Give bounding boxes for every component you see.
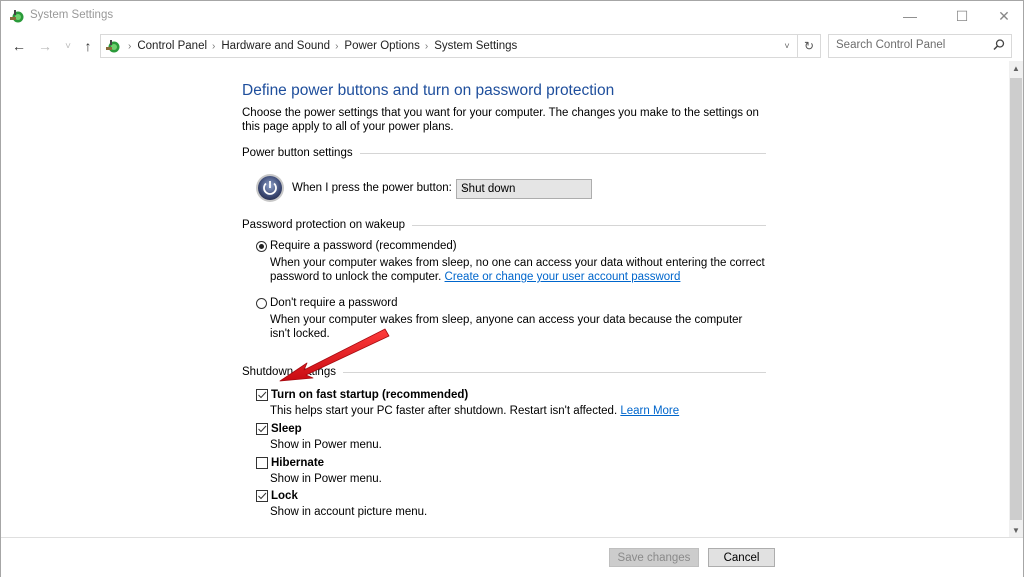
window-title: System Settings [30, 9, 114, 21]
section-heading-text: Password protection on wakeup [242, 219, 406, 231]
checkbox-checked[interactable] [256, 389, 268, 401]
chevron-up-icon: ▲ [1012, 63, 1020, 73]
scroll-up-button[interactable]: ▲ [1009, 61, 1023, 75]
forward-button[interactable]: → [36, 36, 54, 56]
fast-startup-description: This helps start your PC faster after sh… [270, 405, 680, 417]
checkbox-unchecked[interactable] [256, 457, 268, 469]
address-bar-row: ← → ˅ ↑ › Control Panel › Hardware and S… [1, 34, 1023, 58]
require-password-description: When your computer wakes from sleep, no … [270, 257, 765, 283]
power-button-action-select[interactable]: Shut down ⌄ [456, 179, 592, 199]
checkbox-label: Hibernate [271, 457, 325, 469]
change-password-link[interactable]: Create or change your user account passw… [445, 271, 681, 283]
breadcrumb-separator: › [212, 40, 216, 52]
breadcrumb-separator: › [424, 40, 429, 52]
scrollbar-thumb[interactable] [1010, 78, 1022, 520]
close-icon: ✕ [998, 7, 1010, 24]
save-changes-button[interactable]: Save changes [609, 548, 699, 567]
checkbox-label: Lock [271, 490, 298, 502]
refresh-icon: ↻ [803, 39, 815, 53]
vertical-scrollbar[interactable]: ▲ ▼ [1009, 61, 1023, 537]
forward-arrow-icon: → [38, 38, 52, 54]
address-box[interactable]: › Control Panel › Hardware and Sound › P… [100, 34, 821, 58]
search-icon[interactable] [992, 38, 1006, 52]
password-protection-heading: Password protection on wakeup [242, 219, 766, 231]
control-panel-icon [106, 40, 120, 53]
refresh-button[interactable]: ↻ [797, 35, 820, 57]
page-title: Define power buttons and turn on passwor… [242, 82, 615, 99]
lock-description: Show in account picture menu. [270, 506, 428, 518]
power-options-app-icon [10, 10, 24, 23]
breadcrumb-separator: › [128, 40, 132, 52]
search-box[interactable] [828, 34, 1012, 58]
checkbox-fast-startup[interactable]: Turn on fast startup (recommended) [256, 389, 468, 401]
address-history-button[interactable]: ˅ [778, 35, 796, 57]
radio-label: Don't require a password [270, 297, 398, 309]
search-input[interactable] [829, 35, 986, 55]
checkbox-label: Sleep [271, 423, 302, 435]
maximize-icon: ☐ [955, 7, 969, 24]
power-button-icon [256, 174, 284, 202]
chevron-down-icon: ⌄ [461, 182, 470, 193]
page-intro: Choose the power settings that you want … [242, 107, 759, 133]
footer-bar: Save changes Cancel [1, 537, 1023, 577]
close-button[interactable]: ✕ [981, 1, 1024, 31]
up-button[interactable]: ↑ [79, 36, 97, 56]
chevron-down-icon: ˅ [65, 40, 71, 52]
title-bar: System Settings — ☐ ✕ [1, 1, 1023, 31]
recent-locations-button[interactable]: ˅ [59, 36, 77, 56]
divider [342, 371, 766, 373]
breadcrumb-power-options[interactable]: Power Options [344, 40, 419, 52]
divider [412, 224, 766, 226]
radio-button[interactable] [256, 297, 267, 309]
minimize-icon: — [903, 8, 917, 24]
chevron-down-icon: ▼ [1012, 525, 1020, 535]
section-heading-text: Power button settings [242, 147, 353, 159]
breadcrumb-system-settings[interactable]: System Settings [434, 40, 517, 52]
radio-require-password[interactable]: Require a password (recommended) [256, 240, 457, 252]
radio-dont-require-password[interactable]: Don't require a password [256, 297, 397, 309]
checkbox-hibernate[interactable]: Hibernate [256, 457, 324, 469]
radio-button-selected[interactable] [256, 240, 267, 252]
divider [359, 152, 766, 154]
checkbox-lock[interactable]: Lock [256, 490, 298, 502]
back-arrow-icon: ← [12, 38, 26, 54]
section-heading-text: Shutdown settings [242, 366, 336, 378]
system-settings-window: System Settings — ☐ ✕ ← → ˅ ↑ › Control … [0, 0, 1024, 577]
learn-more-link[interactable]: Learn More [620, 405, 679, 417]
breadcrumb-hardware-and-sound[interactable]: Hardware and Sound [221, 40, 330, 52]
content-pane: Define power buttons and turn on passwor… [1, 61, 1009, 537]
checkbox-checked[interactable] [256, 423, 268, 435]
checkbox-sleep[interactable]: Sleep [256, 423, 302, 435]
radio-label: Require a password (recommended) [270, 240, 457, 252]
sleep-description: Show in Power menu. [270, 439, 382, 451]
maximize-button[interactable]: ☐ [939, 1, 985, 31]
cancel-button[interactable]: Cancel [708, 548, 775, 567]
shutdown-settings-heading: Shutdown settings [242, 366, 766, 378]
up-arrow-icon: ↑ [84, 38, 92, 54]
breadcrumb: › Control Panel › Hardware and Sound › P… [123, 35, 517, 57]
chevron-down-icon: ˅ [784, 41, 790, 51]
breadcrumb-control-panel[interactable]: Control Panel [137, 40, 207, 52]
minimize-button[interactable]: — [887, 1, 933, 31]
dont-require-password-description: When your computer wakes from sleep, any… [270, 314, 743, 340]
back-button[interactable]: ← [10, 36, 28, 56]
power-button-settings-heading: Power button settings [242, 147, 766, 159]
hibernate-description: Show in Power menu. [270, 473, 382, 485]
breadcrumb-separator: › [335, 40, 339, 52]
checkbox-checked[interactable] [256, 490, 268, 502]
power-button-label: When I press the power button: [292, 182, 452, 194]
checkbox-label: Turn on fast startup (recommended) [271, 389, 469, 401]
scroll-down-button[interactable]: ▼ [1009, 523, 1023, 537]
